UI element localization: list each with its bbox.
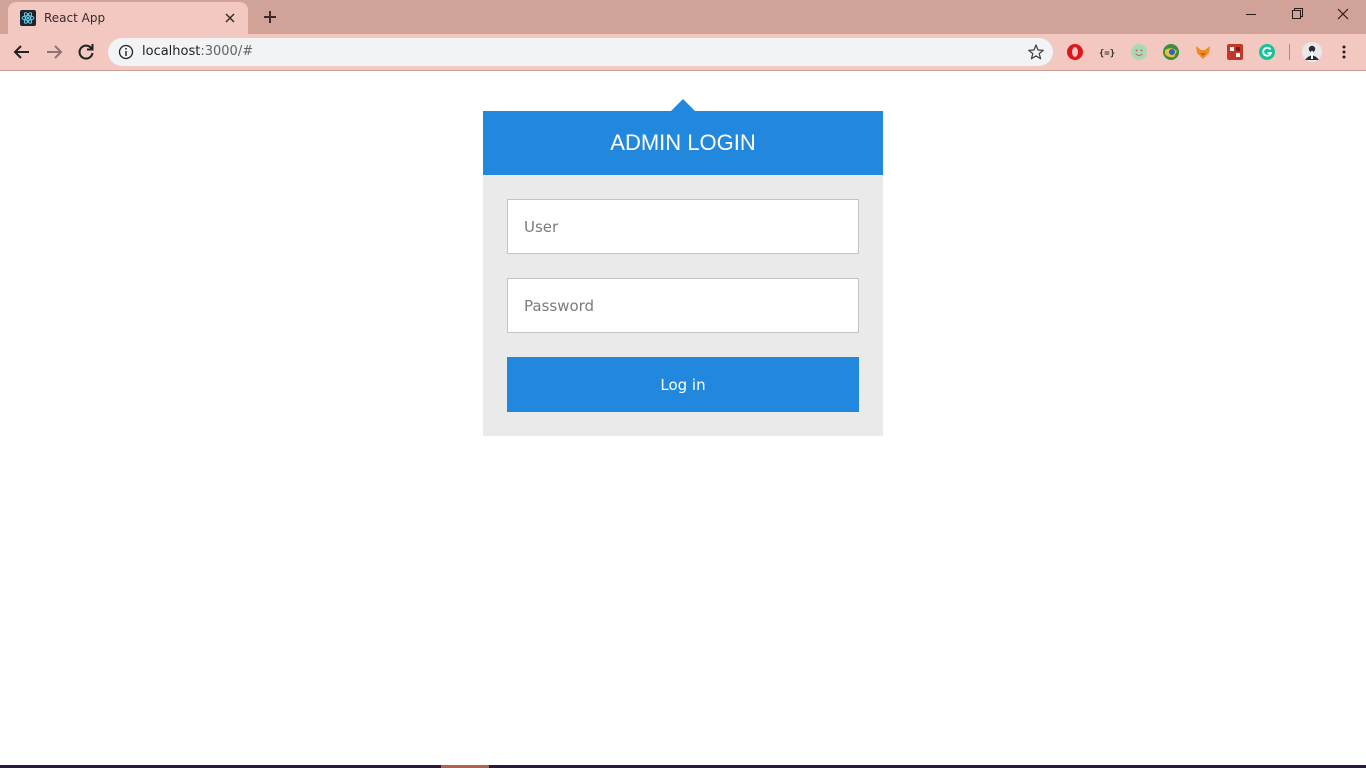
toolbar-divider-line bbox=[0, 70, 1366, 71]
close-icon[interactable] bbox=[220, 8, 240, 28]
avatar[interactable] bbox=[1302, 42, 1322, 62]
arrow-right-icon[interactable] bbox=[40, 38, 68, 66]
address-bar[interactable]: localhost:3000/# bbox=[108, 38, 1053, 66]
arrow-left-icon[interactable] bbox=[8, 38, 36, 66]
url-host: localhost bbox=[142, 44, 201, 59]
header-notch bbox=[671, 99, 695, 111]
star-icon[interactable] bbox=[1027, 43, 1045, 61]
react-icon bbox=[20, 10, 36, 26]
restore-icon[interactable] bbox=[1274, 0, 1320, 30]
puzzle-icon[interactable] bbox=[1226, 43, 1244, 61]
user-input[interactable] bbox=[507, 199, 859, 254]
login-title: ADMIN LOGIN bbox=[483, 111, 883, 175]
browser-titlebar: React App bbox=[0, 0, 1366, 34]
login-button[interactable]: Log in bbox=[507, 357, 859, 412]
grammarly-icon[interactable] bbox=[1258, 43, 1276, 61]
minimize-icon[interactable] bbox=[1228, 0, 1274, 30]
browser-toolbar: localhost:3000/# {=} bbox=[0, 34, 1366, 70]
toolbar-divider bbox=[1289, 44, 1290, 60]
url-path: :3000/# bbox=[200, 44, 254, 59]
login-form: Log in bbox=[483, 175, 883, 436]
browser-tab[interactable]: React App bbox=[8, 2, 248, 34]
plus-icon[interactable] bbox=[258, 5, 282, 29]
reload-icon[interactable] bbox=[72, 38, 100, 66]
fox-icon[interactable] bbox=[1194, 43, 1212, 61]
url-text[interactable]: localhost:3000/# bbox=[142, 44, 253, 60]
password-input[interactable] bbox=[507, 278, 859, 333]
tab-title: React App bbox=[44, 11, 106, 25]
window-close-icon[interactable] bbox=[1320, 0, 1366, 30]
face-icon[interactable] bbox=[1130, 43, 1148, 61]
opera-icon[interactable] bbox=[1066, 43, 1084, 61]
svg-text:{=}: {=} bbox=[1099, 49, 1115, 59]
kebab-menu-icon[interactable] bbox=[1335, 43, 1353, 61]
globe-icon[interactable] bbox=[1162, 43, 1180, 61]
info-icon[interactable] bbox=[118, 44, 134, 60]
json-icon[interactable]: {=} bbox=[1098, 43, 1116, 61]
